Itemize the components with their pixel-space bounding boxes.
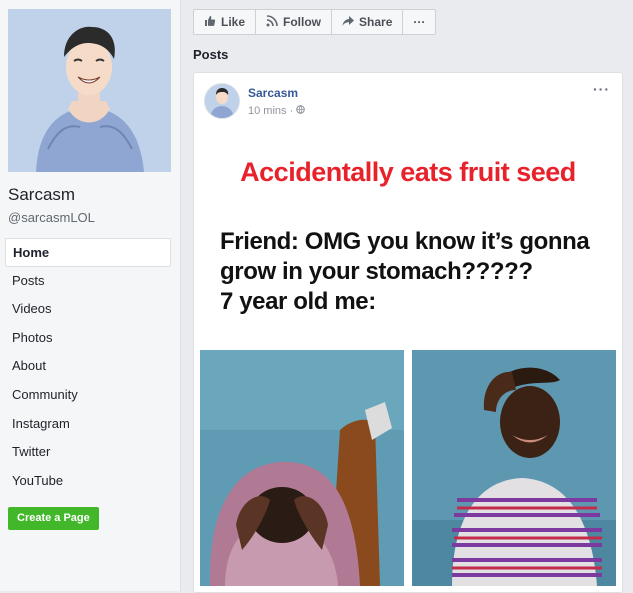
like-button[interactable]: Like (194, 10, 257, 34)
post-timestamp[interactable]: 10 mins · (248, 105, 306, 117)
follow-button[interactable]: Follow (256, 10, 333, 34)
post-options-button[interactable]: ··· (593, 81, 610, 97)
create-page-button[interactable]: Create a Page (8, 507, 99, 530)
left-column: Sarcasm @sarcasmLOL Home Posts Videos Ph… (0, 0, 181, 591)
more-options-button[interactable]: ··· (403, 10, 435, 34)
share-arrow-icon (342, 15, 355, 30)
nav-item-about[interactable]: About (5, 352, 171, 381)
profile-picture[interactable] (8, 9, 171, 172)
share-button[interactable]: Share (332, 10, 404, 34)
meme-caption-line: grow in your stomach????? (220, 258, 533, 285)
follow-label: Follow (283, 15, 322, 29)
meme-photo-right (412, 350, 616, 586)
post-meme-image[interactable]: Accidentally eats fruit seed Friend: OMG… (194, 133, 622, 592)
page-action-bar: Like Follow Share ··· (193, 9, 437, 35)
thumbs-up-icon (204, 15, 216, 30)
meme-caption-line: 7 year old me: (220, 288, 376, 315)
posts-section-title: Posts (193, 47, 229, 62)
nav-item-youtube[interactable]: YouTube (5, 467, 171, 496)
post-author-avatar[interactable] (204, 83, 240, 119)
page-nav: Home Posts Videos Photos About Community… (5, 238, 171, 495)
globe-icon (296, 105, 306, 117)
page-handle[interactable]: @sarcasmLOL (8, 210, 95, 225)
like-label: Like (221, 15, 246, 29)
nav-item-home[interactable]: Home (5, 238, 171, 267)
nav-item-instagram[interactable]: Instagram (5, 410, 171, 439)
post-card: Sarcasm 10 mins · ··· Accidentally eats … (193, 72, 623, 593)
meme-photo-left (200, 350, 404, 586)
post-author-name[interactable]: Sarcasm (248, 86, 298, 100)
meme-caption-line: Friend: OMG you know it’s gonna (220, 228, 590, 255)
meme-caption: Friend: OMG you know it’s gonna grow in … (220, 227, 590, 317)
meme-headline: Accidentally eats fruit seed (240, 157, 576, 187)
rss-icon (266, 14, 278, 30)
nav-item-videos[interactable]: Videos (5, 295, 171, 324)
nav-item-twitter[interactable]: Twitter (5, 438, 171, 467)
nav-item-community[interactable]: Community (5, 381, 171, 410)
share-label: Share (359, 15, 393, 29)
nav-item-posts[interactable]: Posts (5, 267, 171, 296)
more-label: ··· (413, 15, 426, 29)
nav-item-photos[interactable]: Photos (5, 324, 171, 353)
post-time-text: 10 mins (248, 105, 287, 117)
page-name[interactable]: Sarcasm (8, 185, 75, 205)
post-time-separator: · (289, 105, 294, 117)
